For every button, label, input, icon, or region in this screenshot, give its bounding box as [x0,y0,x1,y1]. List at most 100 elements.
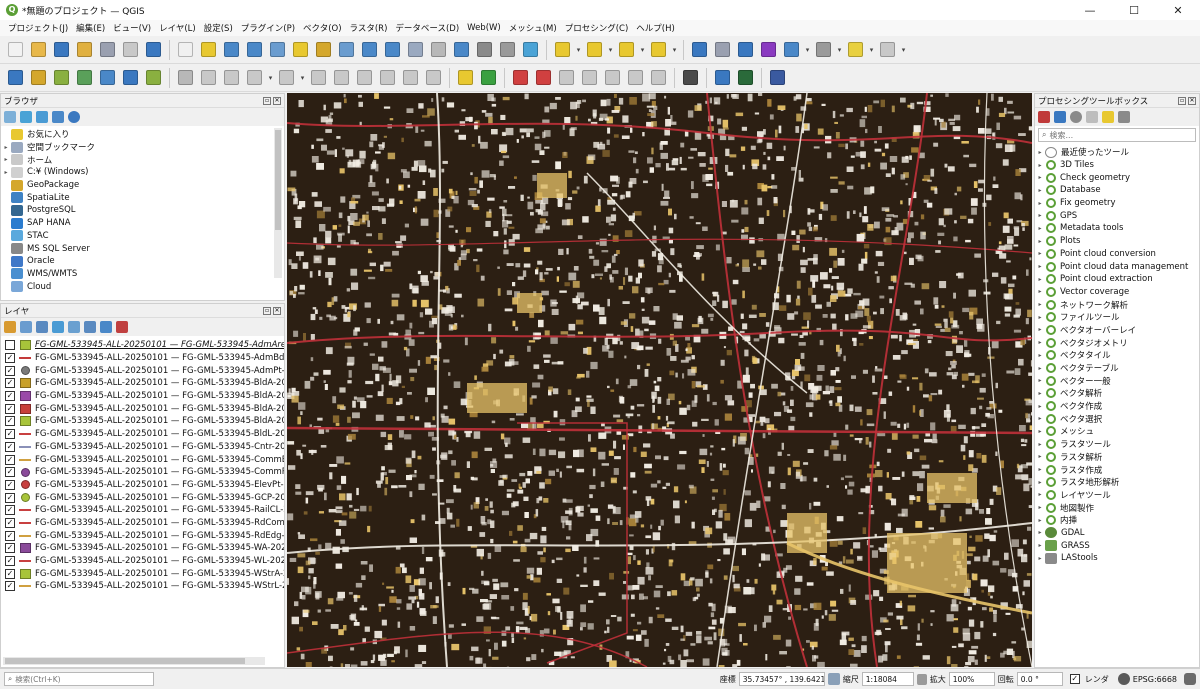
expand-arrow-icon[interactable]: ▸ [1035,162,1045,169]
processing-item[interactable]: ▸ GPS [1035,209,1199,222]
processing-item[interactable]: ▸ ラスタツール [1035,438,1199,451]
expand-arrow-icon[interactable]: ▸ [1035,288,1045,295]
new-3d-view-icon[interactable] [475,40,495,60]
toggle-extents-icon[interactable] [827,673,840,685]
annotation-icon[interactable] [846,40,866,60]
magnifier-field[interactable]: 100% [948,672,995,686]
processing-item[interactable]: ▸ ベクタテーブル [1035,362,1199,375]
layer-item[interactable]: ✓ FG-GML-533945-ALL-20250101 — FG-GML-53… [1,352,284,365]
expand-arrow-icon[interactable]: ▸ [1035,517,1045,524]
processing-item[interactable]: ▸ ラスタ作成 [1035,463,1199,476]
layer-item[interactable]: ✓ FG-GML-533945-ALL-20250101 — FG-GML-53… [1,529,284,542]
filter-icon[interactable] [36,111,48,123]
processing-item[interactable]: ▸ Database [1035,184,1199,197]
locator-search-box[interactable]: ⌕ [4,672,154,686]
processing-item[interactable]: ▸ Point cloud conversion [1035,248,1199,261]
browser-item[interactable]: SAP HANA [1,217,284,230]
models-icon[interactable] [1038,111,1050,123]
float-panel-button[interactable]: ▫ [263,306,271,315]
layer-item[interactable]: FG-GML-533945-ALL-20250101 — FG-GML-5339… [1,339,284,352]
browser-item[interactable]: お気に入り [1,128,284,141]
edit-pencil-icon[interactable] [199,68,219,88]
processing-item[interactable]: ▸ Fix geometry [1035,197,1199,210]
close-panel-button[interactable]: ✕ [1188,96,1196,105]
lock-scale-icon[interactable] [916,673,927,685]
processing-item[interactable]: ▸ ラスタ解析 [1035,451,1199,464]
select-features-icon[interactable] [553,40,573,60]
browser-item[interactable]: Oracle [1,255,284,268]
processing-item[interactable]: ▸ GDAL [1035,527,1199,540]
new-bookmark-icon[interactable] [406,40,426,60]
select-by-value-icon[interactable] [585,40,605,60]
browser-scrollbar[interactable] [274,128,282,278]
float-panel-button[interactable]: ▫ [1178,96,1186,105]
layer-visibility-checkbox[interactable]: ✓ [5,378,15,389]
select-by-expression-icon[interactable] [649,40,669,60]
expand-arrow-icon[interactable]: ▸ [1035,542,1045,549]
messages-icon[interactable] [1184,673,1196,685]
label-move-icon[interactable] [557,68,577,88]
new-map-view-icon[interactable] [452,40,472,60]
new-shapefile-icon[interactable] [52,68,72,88]
menu-item-7[interactable]: ラスタ(R) [346,22,392,34]
layer-item[interactable]: ✓ FG-GML-533945-ALL-20250101 — FG-GML-53… [1,453,284,466]
crs-globe-icon[interactable] [1117,673,1130,685]
layer-item[interactable]: ✓ FG-GML-533945-ALL-20250101 — FG-GML-53… [1,580,284,593]
show-bookmarks-icon[interactable] [429,40,449,60]
processing-item[interactable]: ▸ GRASS [1035,539,1199,552]
expand-arrow-icon[interactable]: ▸ [1035,149,1045,156]
expand-arrow-icon[interactable]: ▸ [1035,453,1045,460]
layer-item[interactable]: ✓ FG-GML-533945-ALL-20250101 — FG-GML-53… [1,402,284,415]
zoom-in-icon[interactable] [222,40,242,60]
menu-item-2[interactable]: ビュー(V) [109,22,155,34]
identify-icon[interactable] [690,40,710,60]
label-pin-icon[interactable] [479,68,499,88]
map-canvas[interactable] [287,93,1032,667]
processing-item[interactable]: ▸ レイヤツール [1035,489,1199,502]
pan-to-selection-icon[interactable] [199,40,219,60]
results-viewer-icon[interactable] [1086,111,1098,123]
collapse-all-icon[interactable] [52,111,64,123]
python-scripts-icon[interactable] [1054,111,1066,123]
browser-item[interactable]: ▸ 空間ブックマーク [1,141,284,154]
expand-arrow-icon[interactable]: ▸ [1035,225,1045,232]
add-feature-icon[interactable] [245,68,265,88]
new-virtual-layer-icon[interactable] [121,68,141,88]
close-button[interactable]: ✕ [1156,4,1200,17]
browser-item[interactable]: MS SQL Server [1,242,284,255]
processing-item[interactable]: ▸ Point cloud data management [1035,260,1199,273]
layer-visibility-checkbox[interactable]: ✓ [5,403,15,414]
layer-item[interactable]: ✓ FG-GML-533945-ALL-20250101 — FG-GML-53… [1,504,284,517]
processing-item[interactable]: ▸ Plots [1035,235,1199,248]
processing-item[interactable]: ▸ ベクタオーバーレイ [1035,324,1199,337]
layer-visibility-checkbox[interactable]: ✓ [5,492,15,503]
copy-icon[interactable] [355,68,375,88]
zoom-last-icon[interactable] [360,40,380,60]
expand-arrow-icon[interactable]: ▸ [1035,428,1045,435]
scale-field[interactable]: 1:18084 [861,672,914,686]
save-project-icon[interactable] [52,40,72,60]
filter-legend-icon[interactable] [52,321,64,333]
zoom-out-icon[interactable] [245,40,265,60]
menu-item-9[interactable]: Web(W) [463,23,505,33]
edit-features-in-place-icon[interactable] [1102,111,1114,123]
expand-arrow-icon[interactable]: ▸ [1035,200,1045,207]
processing-search-input[interactable] [1049,130,1180,140]
layer-item[interactable]: ✓ FG-GML-533945-ALL-20250101 — FG-GML-53… [1,415,284,428]
browser-item[interactable]: ▸ ホーム [1,153,284,166]
menu-item-12[interactable]: ヘルプ(H) [632,22,679,34]
expand-arrow-icon[interactable]: ▸ [1035,326,1045,333]
processing-item[interactable]: ▸ 最近使ったツール [1035,146,1199,159]
layer-visibility-checkbox[interactable]: ✓ [5,467,15,478]
label-change-icon[interactable] [603,68,623,88]
collapse-all-icon[interactable] [100,321,112,333]
close-panel-button[interactable]: ✕ [273,96,281,105]
label-icon[interactable] [456,68,476,88]
layer-visibility-checkbox[interactable]: ✓ [5,429,15,440]
layer-item[interactable]: ✓ FG-GML-533945-ALL-20250101 — FG-GML-53… [1,364,284,377]
expand-arrow-icon[interactable]: ▸ [1035,212,1045,219]
options-icon[interactable] [1118,111,1130,123]
menu-item-6[interactable]: ベクタ(O) [299,22,345,34]
vertex-tool-icon[interactable] [277,68,297,88]
help-icon[interactable] [768,68,788,88]
